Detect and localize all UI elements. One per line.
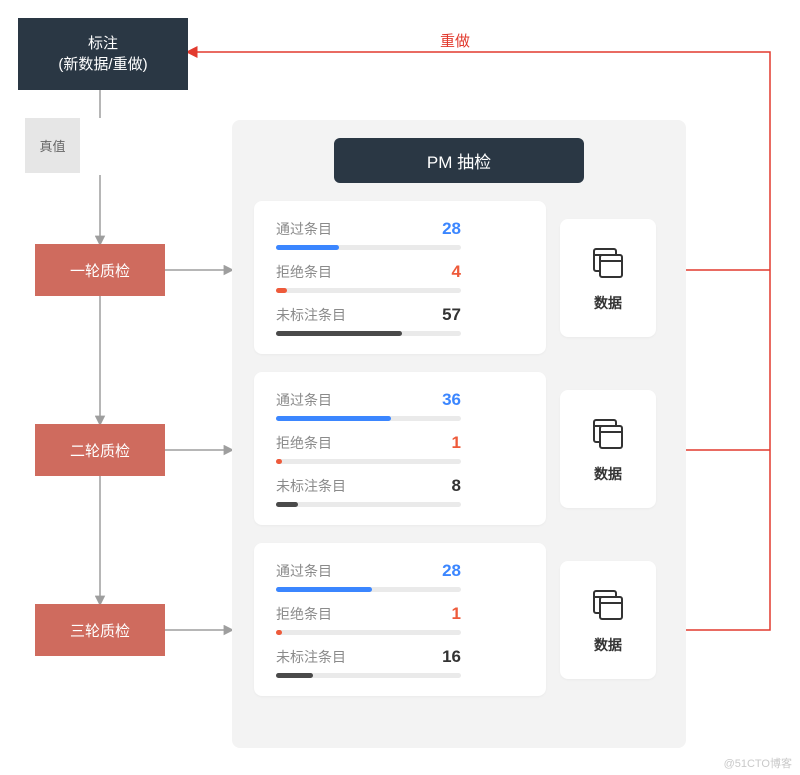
reject-bar-1 — [276, 288, 461, 293]
annotate-line2: (新数据/重做) — [58, 54, 147, 75]
windows-icon — [588, 243, 628, 283]
redo-label: 重做 — [440, 30, 470, 51]
reject-value-3: 1 — [452, 604, 461, 624]
pass-value-2: 36 — [442, 390, 461, 410]
pm-panel-title: PM 抽检 — [334, 138, 584, 183]
pm-card-3: 通过条目 28 拒绝条目 1 未标注条目 16 数据 — [254, 543, 546, 696]
reject-label: 拒绝条目 — [276, 262, 332, 282]
round-2-box: 二轮质检 — [35, 424, 165, 476]
annotate-line1: 标注 — [88, 33, 118, 54]
round-2-label: 二轮质检 — [70, 440, 130, 461]
windows-icon — [588, 585, 628, 625]
unlabeled-value-1: 57 — [442, 305, 461, 325]
reject-value-2: 1 — [452, 433, 461, 453]
pm-card-1: 通过条目 28 拒绝条目 4 未标注条目 57 数据 — [254, 201, 546, 354]
round-3-box: 三轮质检 — [35, 604, 165, 656]
pass-label: 通过条目 — [276, 219, 332, 239]
windows-icon — [588, 414, 628, 454]
watermark: @51CTO博客 — [724, 755, 792, 771]
data-box-3: 数据 — [560, 561, 656, 679]
pass-value-1: 28 — [442, 219, 461, 239]
data-box-1: 数据 — [560, 219, 656, 337]
pass-value-3: 28 — [442, 561, 461, 581]
pm-card-2: 通过条目 36 拒绝条目 1 未标注条目 8 数据 — [254, 372, 546, 525]
reject-value-1: 4 — [452, 262, 461, 282]
ground-truth-label: 真值 — [39, 136, 65, 155]
ground-truth-box: 真值 — [25, 118, 80, 173]
unlabeled-bar-1 — [276, 331, 461, 336]
unlabeled-value-2: 8 — [452, 476, 461, 496]
data-label-1: 数据 — [594, 293, 622, 313]
unlabeled-value-3: 16 — [442, 647, 461, 667]
pm-panel: PM 抽检 通过条目 28 拒绝条目 4 未标注条目 57 数据 — [232, 120, 686, 748]
data-box-2: 数据 — [560, 390, 656, 508]
round-3-label: 三轮质检 — [70, 620, 130, 641]
round-1-label: 一轮质检 — [70, 260, 130, 281]
unlabeled-label: 未标注条目 — [276, 305, 346, 325]
round-1-box: 一轮质检 — [35, 244, 165, 296]
pass-bar-1 — [276, 245, 461, 250]
annotate-box: 标注 (新数据/重做) — [18, 18, 188, 90]
